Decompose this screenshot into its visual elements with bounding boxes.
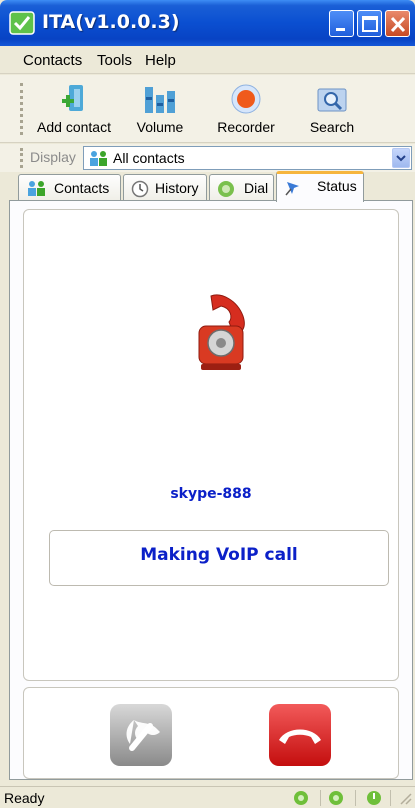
search-button[interactable]: Search	[300, 77, 364, 139]
dial-icon	[218, 181, 234, 197]
minimize-button[interactable]	[329, 10, 354, 37]
display-selected-value: All contacts	[113, 150, 185, 166]
hang-up-icon	[279, 729, 321, 744]
window-title: ITA(v1.0.0.3)	[42, 11, 180, 33]
display-bar: Display All contacts	[0, 144, 415, 172]
record-icon	[231, 84, 261, 114]
answer-call-icon	[126, 720, 160, 751]
call-state-text: Making VoIP call	[140, 545, 298, 565]
toolbar-grip[interactable]	[20, 83, 23, 135]
power-status-icon	[367, 791, 381, 805]
status-separator	[390, 790, 391, 806]
hang-up-button[interactable]	[269, 704, 331, 766]
call-status-area: skype-888 Making VoIP call	[23, 209, 399, 681]
status-panel: skype-888 Making VoIP call	[9, 200, 413, 780]
answer-call-button[interactable]	[110, 704, 172, 766]
resize-grip-icon[interactable]	[397, 790, 413, 806]
contacts-icon	[28, 181, 45, 196]
close-icon	[390, 16, 406, 33]
volume-button[interactable]: Volume	[130, 77, 190, 139]
dropdown-arrow[interactable]	[392, 148, 410, 168]
status-separator	[320, 790, 321, 806]
contact-name: skype-888	[170, 486, 252, 502]
close-button[interactable]	[385, 10, 410, 37]
tab-status[interactable]: Status	[276, 171, 364, 202]
call-state-box: Making VoIP call	[49, 530, 389, 586]
search-label: Search	[309, 119, 355, 135]
chevron-down-icon	[396, 155, 406, 162]
tab-contacts[interactable]: Contacts	[18, 174, 121, 200]
title-bar[interactable]: ITA(v1.0.0.3)	[0, 0, 415, 46]
display-filter-select[interactable]: All contacts	[83, 146, 412, 170]
status-separator	[355, 790, 356, 806]
toolbar: Add contact Volume Recorder Search	[0, 75, 415, 143]
status-text: Ready	[4, 790, 45, 806]
volume-bars-icon	[145, 87, 175, 113]
menu-bar: Contacts Tools Help	[0, 46, 415, 74]
status-bar: Ready	[0, 786, 415, 808]
menu-tools[interactable]: Tools	[97, 52, 132, 69]
add-contact-icon	[62, 85, 83, 111]
tab-dial[interactable]: Dial	[209, 174, 274, 200]
display-label: Display	[30, 149, 76, 165]
add-contact-label: Add contact	[37, 119, 111, 135]
tab-history-label: History	[155, 180, 199, 196]
maximize-icon	[362, 16, 378, 32]
contacts-icon	[90, 151, 107, 166]
add-contact-button[interactable]: Add contact	[32, 77, 116, 139]
refresh-status-icon	[294, 791, 308, 805]
menu-help[interactable]: Help	[145, 52, 176, 69]
connection-status-icon	[329, 791, 343, 805]
pin-icon	[285, 182, 299, 196]
magnifier-icon	[317, 88, 347, 112]
rotary-phone-icon	[198, 294, 245, 370]
call-controls	[23, 687, 399, 779]
clock-icon	[131, 180, 149, 198]
volume-label: Volume	[136, 119, 184, 135]
maximize-button[interactable]	[357, 10, 382, 37]
tab-history[interactable]: History	[123, 174, 207, 200]
tab-status-label: Status	[317, 178, 357, 194]
recorder-label: Recorder	[217, 119, 275, 135]
tab-dial-label: Dial	[244, 180, 269, 196]
recorder-button[interactable]: Recorder	[208, 77, 284, 139]
minimize-icon	[336, 28, 345, 31]
display-grip[interactable]	[20, 148, 23, 168]
menu-contacts[interactable]: Contacts	[23, 52, 82, 69]
tab-contacts-label: Contacts	[54, 180, 110, 196]
check-mark-icon	[9, 11, 35, 35]
